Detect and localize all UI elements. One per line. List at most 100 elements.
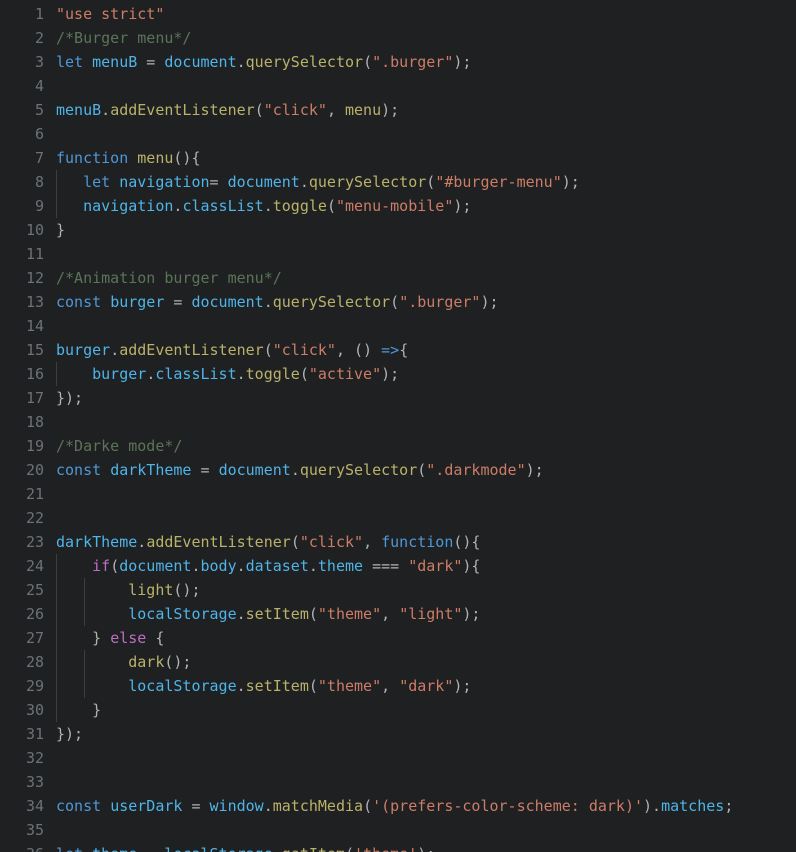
token-string: "#burger-menu" — [435, 173, 562, 191]
line-content[interactable] — [44, 506, 796, 530]
code-line[interactable]: 25 light(); — [0, 578, 796, 602]
code-line[interactable]: 33 — [0, 770, 796, 794]
line-content[interactable]: localStorage.setItem("theme", "dark"); — [44, 674, 796, 698]
line-content[interactable]: menuB.addEventListener("click", menu); — [44, 98, 796, 122]
line-content[interactable]: } — [44, 218, 796, 242]
code-line[interactable]: 4 — [0, 74, 796, 98]
line-content[interactable]: const userDark = window.matchMedia('(pre… — [44, 794, 796, 818]
indent-guide — [56, 194, 57, 218]
line-content[interactable] — [44, 242, 796, 266]
token-string: "active" — [308, 365, 382, 383]
token-string: ".burger" — [372, 53, 454, 71]
code-line[interactable]: 19 /*Darke mode*/ — [0, 434, 796, 458]
line-number: 22 — [25, 509, 44, 527]
line-content[interactable]: let theme = localStorage.getItem('theme'… — [44, 842, 796, 852]
line-content[interactable]: /*Animation burger menu*/ — [44, 266, 796, 290]
line-content[interactable]: function menu(){ — [44, 146, 796, 170]
line-number: 32 — [25, 749, 44, 767]
code-line[interactable]: 5 menuB.addEventListener("click", menu); — [0, 98, 796, 122]
line-content[interactable] — [44, 482, 796, 506]
line-content[interactable] — [44, 122, 796, 146]
line-content[interactable]: } — [44, 698, 796, 722]
line-content[interactable]: navigation.classList.toggle("menu-mobile… — [44, 194, 796, 218]
line-content[interactable] — [44, 818, 796, 842]
code-line[interactable]: 17 }); — [0, 386, 796, 410]
code-line[interactable]: 21 — [0, 482, 796, 506]
line-content[interactable]: light(); — [44, 578, 796, 602]
token-variable: userDark — [110, 797, 183, 815]
line-content[interactable]: let navigation= document.querySelector("… — [44, 170, 796, 194]
code-line[interactable]: 34 const userDark = window.matchMedia('(… — [0, 794, 796, 818]
line-number: 1 — [34, 5, 44, 23]
code-line[interactable]: 35 — [0, 818, 796, 842]
code-line[interactable]: 31 }); — [0, 722, 796, 746]
line-content[interactable]: }); — [44, 722, 796, 746]
code-line[interactable]: 2 /*Burger menu*/ — [0, 26, 796, 50]
code-line[interactable]: 30 } — [0, 698, 796, 722]
line-content[interactable]: let menuB = document.querySelector(".bur… — [44, 50, 796, 74]
line-content[interactable]: } else { — [44, 626, 796, 650]
line-content[interactable] — [44, 74, 796, 98]
code-line[interactable]: 13 const burger = document.querySelector… — [0, 290, 796, 314]
line-content[interactable] — [44, 746, 796, 770]
token-object: window — [209, 797, 264, 815]
code-line[interactable]: 8 let navigation= document.querySelector… — [0, 170, 796, 194]
code-line[interactable]: 32 — [0, 746, 796, 770]
code-line[interactable]: 11 — [0, 242, 796, 266]
code-line[interactable]: 24 if(document.body.dataset.theme === "d… — [0, 554, 796, 578]
code-line[interactable]: 10 } — [0, 218, 796, 242]
line-content[interactable] — [44, 770, 796, 794]
code-line[interactable]: 23 darkTheme.addEventListener("click", f… — [0, 530, 796, 554]
line-content[interactable]: "use strict" — [44, 2, 796, 26]
code-editor[interactable]: 1 "use strict" 2 /*Burger menu*/ 3 let m… — [0, 0, 796, 852]
indent-guide — [56, 602, 57, 626]
code-line[interactable]: 12 /*Animation burger menu*/ — [0, 266, 796, 290]
line-content[interactable]: burger.addEventListener("click", () =>{ — [44, 338, 796, 362]
token-string: ".burger" — [399, 293, 481, 311]
line-content[interactable]: localStorage.setItem("theme", "light"); — [44, 602, 796, 626]
code-line[interactable]: 6 — [0, 122, 796, 146]
token-string: 'theme' — [354, 845, 417, 852]
line-number: 7 — [34, 149, 44, 167]
line-content[interactable]: if(document.body.dataset.theme === "dark… — [44, 554, 796, 578]
code-line[interactable]: 15 burger.addEventListener("click", () =… — [0, 338, 796, 362]
token-function: setItem — [245, 605, 309, 623]
line-number: 8 — [34, 173, 44, 191]
line-content[interactable]: }); — [44, 386, 796, 410]
code-line[interactable]: 28 dark(); — [0, 650, 796, 674]
line-content[interactable]: const darkTheme = document.querySelector… — [44, 458, 796, 482]
token-variable: theme — [92, 845, 137, 852]
line-number: 9 — [34, 197, 44, 215]
line-content[interactable]: const burger = document.querySelector(".… — [44, 290, 796, 314]
line-number: 23 — [25, 533, 44, 551]
indent-guide — [56, 578, 57, 602]
code-line[interactable]: 27 } else { — [0, 626, 796, 650]
line-number: 26 — [25, 605, 44, 623]
code-line[interactable]: 18 — [0, 410, 796, 434]
token-function: menu — [137, 149, 174, 167]
line-content[interactable]: /*Burger menu*/ — [44, 26, 796, 50]
code-line[interactable]: 1 "use strict" — [0, 2, 796, 26]
code-line[interactable]: 29 localStorage.setItem("theme", "dark")… — [0, 674, 796, 698]
line-content[interactable] — [44, 410, 796, 434]
token-property: classList — [155, 365, 237, 383]
line-number: 4 — [34, 77, 44, 95]
token-keyword: let — [56, 53, 84, 71]
token-function: querySelector — [245, 53, 364, 71]
code-line[interactable]: 36 let theme = localStorage.getItem('the… — [0, 842, 796, 852]
line-content[interactable]: darkTheme.addEventListener("click", func… — [44, 530, 796, 554]
token-comment: /*Darke mode*/ — [56, 437, 183, 455]
code-line[interactable]: 7 function menu(){ — [0, 146, 796, 170]
token-function: getItem — [282, 845, 345, 852]
line-content[interactable]: burger.classList.toggle("active"); — [44, 362, 796, 386]
code-line[interactable]: 26 localStorage.setItem("theme", "light"… — [0, 602, 796, 626]
code-line[interactable]: 14 — [0, 314, 796, 338]
code-line[interactable]: 22 — [0, 506, 796, 530]
code-line[interactable]: 3 let menuB = document.querySelector(".b… — [0, 50, 796, 74]
line-content[interactable]: dark(); — [44, 650, 796, 674]
code-line[interactable]: 20 const darkTheme = document.querySelec… — [0, 458, 796, 482]
code-line[interactable]: 9 navigation.classList.toggle("menu-mobi… — [0, 194, 796, 218]
code-line[interactable]: 16 burger.classList.toggle("active"); — [0, 362, 796, 386]
line-content[interactable]: /*Darke mode*/ — [44, 434, 796, 458]
line-content[interactable] — [44, 314, 796, 338]
